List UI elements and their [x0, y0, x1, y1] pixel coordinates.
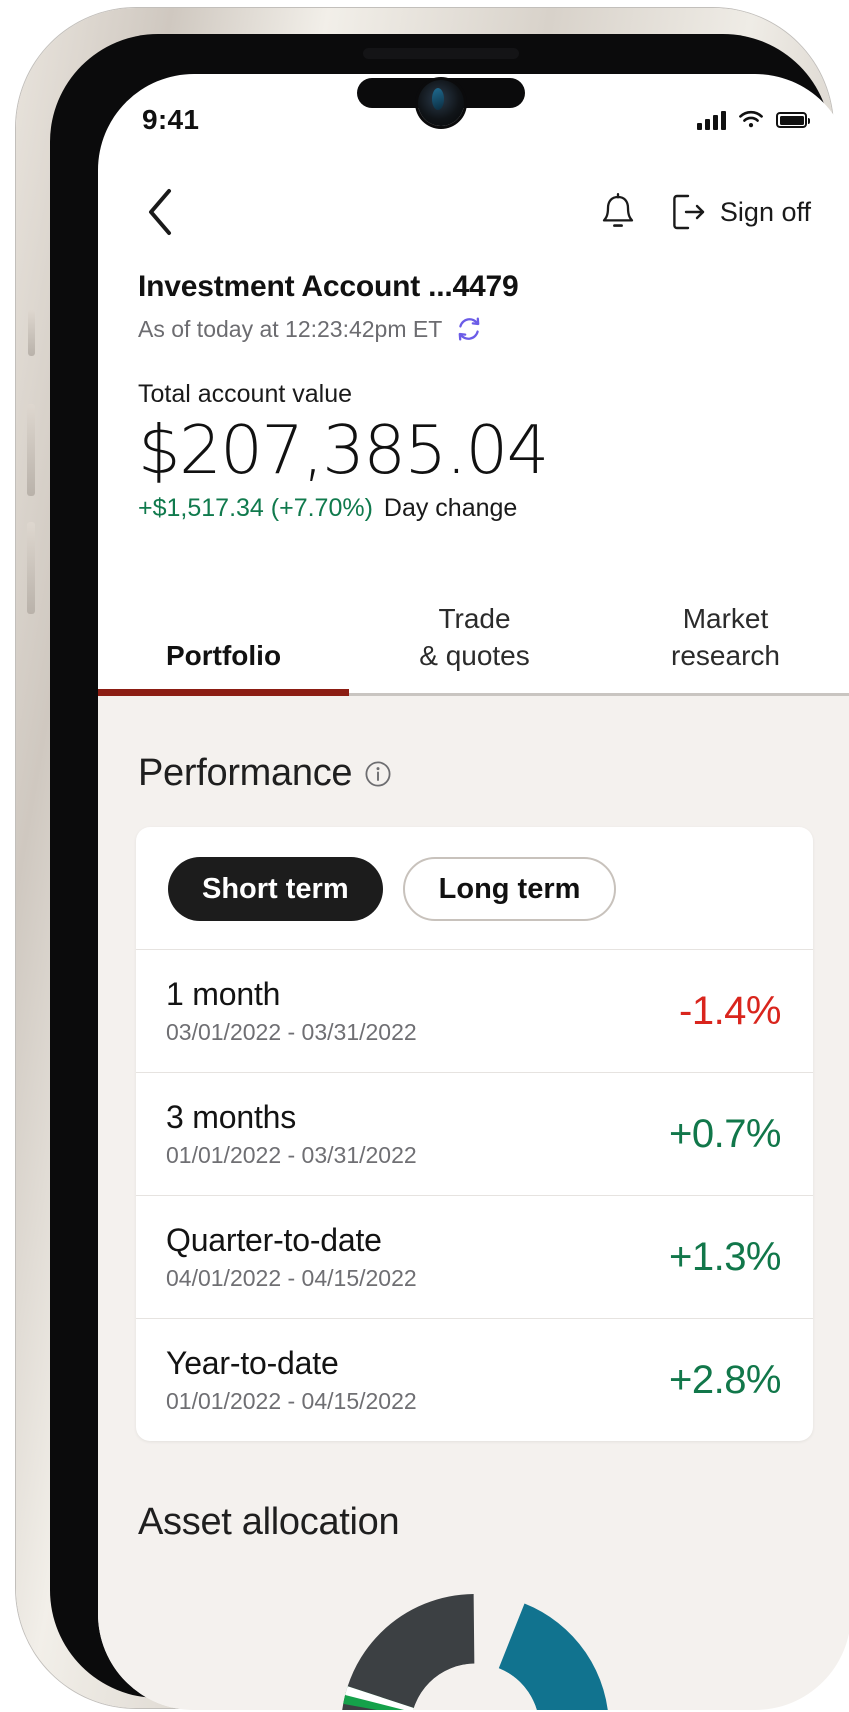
tab-market-research[interactable]: Market research [600, 600, 849, 696]
bell-icon[interactable] [592, 186, 644, 238]
app-header: Sign off [98, 170, 849, 254]
toggle-short-term[interactable]: Short term [168, 857, 383, 921]
performance-period-name: Year-to-date [166, 1345, 339, 1381]
performance-section-header: Performance [98, 696, 849, 795]
account-summary: Investment Account ...4479 As of today a… [98, 270, 849, 523]
tab-portfolio[interactable]: Portfolio [98, 637, 349, 696]
table-row[interactable]: 1 month 03/01/2022 - 03/31/2022 -1.4% [136, 949, 813, 1072]
asset-allocation-title: Asset allocation [138, 1501, 400, 1543]
toggle-long-term[interactable]: Long term [402, 857, 617, 921]
wifi-icon [739, 110, 763, 128]
account-as-of-text: As of today at 12:23:42pm ET [138, 315, 443, 342]
performance-row-info: 3 months 01/01/2022 - 03/31/2022 [166, 1099, 417, 1169]
performance-period-dates: 03/01/2022 - 03/31/2022 [166, 1019, 417, 1045]
phone-frame: 9:41 Sign off Investment Account ...4479… [16, 8, 849, 1710]
status-bar-time: 9:41 [142, 104, 200, 135]
day-change-label: Day change [383, 494, 518, 523]
volume-down-button[interactable] [27, 522, 35, 614]
day-change-amount: +$1,517.34 (+7.70%) [138, 494, 373, 523]
phone-screen: 9:41 Sign off Investment Account ...4479… [98, 74, 849, 1710]
account-title: Investment Account ...4479 [138, 270, 519, 303]
sign-off-button[interactable]: Sign off [670, 192, 811, 232]
tab-bar: Portfolio Trade & quotes Market research [98, 580, 849, 696]
table-row[interactable]: Quarter-to-date 04/01/2022 - 04/15/2022 … [136, 1195, 813, 1318]
performance-value: -1.4% [679, 988, 782, 1033]
silent-switch[interactable] [28, 310, 35, 356]
asset-allocation-header: Asset allocation [98, 1441, 849, 1544]
performance-value: +2.8% [668, 1357, 782, 1402]
performance-row-info: 1 month 03/01/2022 - 03/31/2022 [166, 976, 417, 1046]
phone-bezel: 9:41 Sign off Investment Account ...4479… [50, 34, 849, 1710]
back-chevron-icon[interactable] [138, 189, 182, 235]
earpiece-speaker [362, 48, 519, 59]
battery-full-icon [776, 112, 810, 128]
performance-period-dates: 01/01/2022 - 04/15/2022 [166, 1388, 417, 1414]
refresh-icon[interactable] [454, 314, 484, 344]
sign-off-icon [673, 194, 705, 230]
active-tab-indicator [98, 689, 349, 696]
performance-term-toggle: Short term Long term [136, 827, 813, 949]
performance-row-info: Year-to-date 01/01/2022 - 04/15/2022 [166, 1345, 417, 1415]
performance-title: Performance [138, 752, 353, 794]
volume-up-button[interactable] [27, 404, 35, 496]
total-value-label: Total account value [138, 380, 353, 408]
performance-card: Short term Long term 1 month 03/01/2022 … [136, 827, 813, 1441]
performance-period-name: Quarter-to-date [166, 1222, 382, 1258]
performance-period-name: 1 month [166, 976, 281, 1012]
toggle-long-term-label: Long term [438, 872, 581, 905]
camera-lens-glint [431, 88, 444, 110]
status-bar-indicators [697, 110, 810, 130]
performance-value: +1.3% [668, 1234, 782, 1279]
performance-value: +0.7% [668, 1111, 782, 1156]
day-change-row: +$1,517.34 (+7.70%) Day change [138, 494, 811, 523]
performance-row-info: Quarter-to-date 04/01/2022 - 04/15/2022 [166, 1222, 417, 1292]
sign-off-label: Sign off [719, 196, 811, 227]
tab-trade-quotes[interactable]: Trade & quotes [349, 600, 600, 696]
tab-market-research-label: Market research [671, 602, 780, 671]
performance-period-dates: 04/01/2022 - 04/15/2022 [166, 1265, 417, 1291]
cellular-bars-icon [697, 110, 726, 130]
performance-period-name: 3 months [166, 1099, 297, 1135]
tab-portfolio-label: Portfolio [165, 639, 282, 671]
toggle-short-term-label: Short term [202, 872, 349, 905]
screenshot-stage: 9:41 Sign off Investment Account ...4479… [0, 0, 849, 1712]
account-as-of-row: As of today at 12:23:42pm ET [138, 314, 811, 344]
portfolio-content[interactable]: Performance Short term Long term 1 month… [98, 696, 849, 1710]
table-row[interactable]: 3 months 01/01/2022 - 03/31/2022 +0.7% [136, 1072, 813, 1195]
performance-period-dates: 01/01/2022 - 03/31/2022 [166, 1142, 417, 1168]
table-row[interactable]: Year-to-date 01/01/2022 - 04/15/2022 +2.… [136, 1318, 813, 1441]
info-icon[interactable] [364, 760, 392, 788]
tab-trade-quotes-label: Trade & quotes [419, 602, 530, 671]
total-value-amount: $207,385.04 [138, 411, 549, 489]
asset-allocation-donut[interactable] [340, 1594, 609, 1710]
asset-allocation-chart-wrap [98, 1594, 849, 1710]
